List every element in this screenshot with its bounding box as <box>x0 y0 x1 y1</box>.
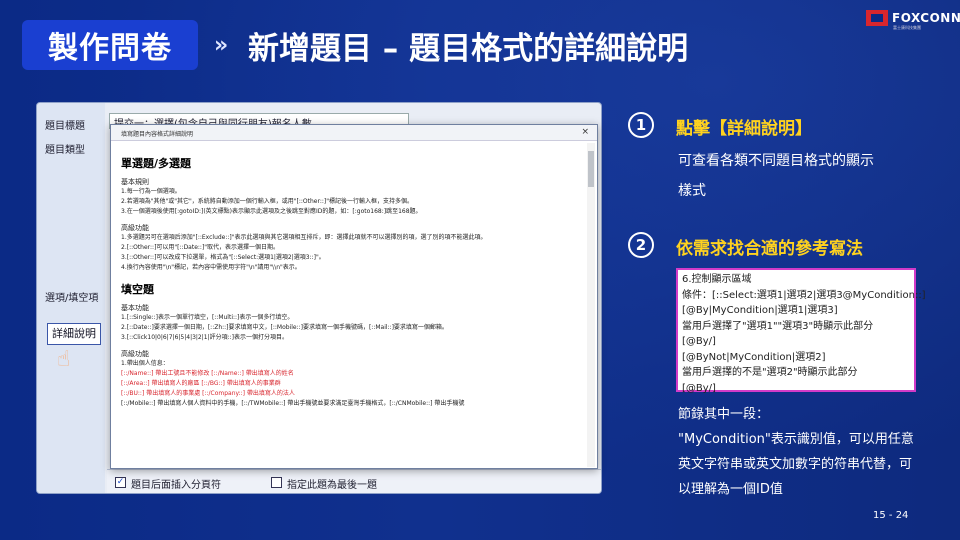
rule-line: 1.多選題另可在選項后添加"[::Exclude::]"表示此選項與其它選項相互… <box>121 234 487 241</box>
logo-subtext: 富士康科技集團 <box>893 25 921 30</box>
example-line: [@ByNot|MyCondition|選項2] <box>682 351 826 363</box>
dialog-scrollbar[interactable] <box>587 143 595 467</box>
example-line: [@By/] <box>682 336 716 347</box>
note-line: 以理解為一個ID值 <box>678 482 783 497</box>
label-options: 選項/填空項 <box>45 293 99 304</box>
rule-line: 2.若選項為"其他"或"其它"，系統將自動添加一個行輸入框，或用"[::Othe… <box>121 198 413 205</box>
detail-explain-button[interactable]: 詳細說明 <box>47 323 101 345</box>
example-line: [@By|MyCondition|選項1|選項3] <box>682 305 838 316</box>
rule-line: 1.[::Single::]表示一個單行填空，[::Multi::]表示一個多行… <box>121 314 294 321</box>
sub-heading: 基本規則 <box>121 178 149 186</box>
rule-line: 2.[::Other::]可以用"[::Date::]"取代，表示選擇一個日期。 <box>121 244 280 251</box>
note-line: 節錄其中一段： <box>678 407 770 422</box>
example-line: 當用戶選擇的不是"選項2"時顯示此部分 <box>682 367 858 378</box>
page-break-checkbox[interactable]: ✓ <box>115 477 126 488</box>
note-line: "MyCondition"表示識別值，可以用任意 <box>678 432 914 447</box>
sub-heading: 高級功能 <box>121 350 149 358</box>
example-line: 當用戶選擇了"選項1""選項3"時顯示此部分 <box>682 320 874 332</box>
slide-title: 新增題目 – 題目格式的詳細說明 <box>248 31 689 67</box>
page-break-label: 題目后面插入分頁符 <box>131 480 221 491</box>
chevron-icon: » <box>214 33 229 58</box>
note-line: 英文字符串或英文加數字的符串代替，可 <box>678 457 913 472</box>
explanation-note: 節錄其中一段： "MyCondition"表示識別值，可以用任意 英文字符串或英… <box>678 402 948 502</box>
last-question-label: 指定此題為最後一題 <box>287 480 377 491</box>
sub-heading: 基本功能 <box>121 304 149 312</box>
example-line: 6.控制顯示區域 <box>682 274 752 285</box>
format-help-dialog: 填寫題目內容格式詳細說明 × 單選題/多選題 基本規則 1.每一行為一個選項。 … <box>110 124 598 469</box>
bottom-options-bar: ✓ 題目后面插入分頁符 指定此題為最後一題 <box>107 469 601 493</box>
label-question-title: 題目標題 <box>45 121 85 132</box>
close-icon[interactable]: × <box>581 127 589 137</box>
foxconn-logo: FOXCONN <box>866 10 960 26</box>
example-line: [@By/] <box>682 382 716 394</box>
step-2-title: 依需求找合適的參考寫法 <box>676 239 863 259</box>
step-1-desc-line: 可查看各類不同題目格式的顯示 <box>678 153 874 169</box>
scrollbar-thumb[interactable] <box>588 151 594 187</box>
rule-line: [::/BU::] 帶出填寫人的事業處 [::/Company::] 帶出填寫人… <box>121 390 295 397</box>
rule-line: 2.[::Date::]要求選擇一個日期，[::Zh::]要求填寫中文，[::M… <box>121 324 448 331</box>
dialog-title-text: 填寫題目內容格式詳細說明 <box>121 131 194 138</box>
section-heading: 單選題/多選題 <box>121 157 192 170</box>
rule-line: [::/Mobile::] 帶出填寫人個人資料中的手機，[::/TWMobile… <box>121 400 465 407</box>
rule-line: [::/Area::] 帶出填寫人的廠區 [::/BG::] 帶出填寫人的事業群 <box>121 380 281 387</box>
step-2-number: 2 <box>628 232 654 258</box>
page-number: 15 - 24 <box>873 510 909 521</box>
sub-heading: 高級功能 <box>121 224 149 232</box>
section-heading: 填空題 <box>121 283 154 296</box>
step-1-title: 點擊【詳細說明】 <box>676 119 812 139</box>
example-snippet-box: 6.控制顯示區域 條件：[::Select:選項1|選項2|選項3@MyCond… <box>676 268 926 394</box>
section-label: 製作問卷 <box>22 20 198 70</box>
last-question-checkbox[interactable] <box>271 477 282 488</box>
label-question-type: 題目類型 <box>45 145 85 156</box>
step-1-desc-line: 樣式 <box>678 183 706 199</box>
rule-line: 3.[::Click10|0|6|7|6|5|4|3|2|1|評分項::]表示一… <box>121 334 288 341</box>
dialog-body: 單選題/多選題 基本規則 1.每一行為一個選項。 2.若選項為"其他"或"其它"… <box>121 147 581 467</box>
step-1-desc: 可查看各類不同題目格式的顯示 樣式 <box>678 146 874 206</box>
rule-line: 1.帶出個人信息： <box>121 360 169 367</box>
rule-line: 4.換行內容使用"\n"標記，若內容中需使用字符"\n"請用"\\n"表示。 <box>121 264 301 271</box>
rule-line: 3.[::Other::]可以改成下拉選單，格式為"[::Select:選項1|… <box>121 254 325 261</box>
example-line: 條件：[::Select:選項1|選項2|選項3@MyCondition::] <box>682 289 926 301</box>
rule-line: 3.在一個選項後使用[:gotoID:](英文標點)表示顯示此選項及之後跳至對應… <box>121 208 422 215</box>
logo-text: FOXCONN <box>892 11 960 25</box>
pointing-hand-icon: ☝ <box>57 347 71 372</box>
rule-line: [::/Name::] 帶出工號且不能修改 [::/Name::] 帶出填寫人的… <box>121 370 294 377</box>
step-1-number: 1 <box>628 112 654 138</box>
dialog-title: 填寫題目內容格式詳細說明 × <box>111 125 597 141</box>
rule-line: 1.每一行為一個選項。 <box>121 188 181 195</box>
foxconn-logo-mark <box>866 10 888 26</box>
